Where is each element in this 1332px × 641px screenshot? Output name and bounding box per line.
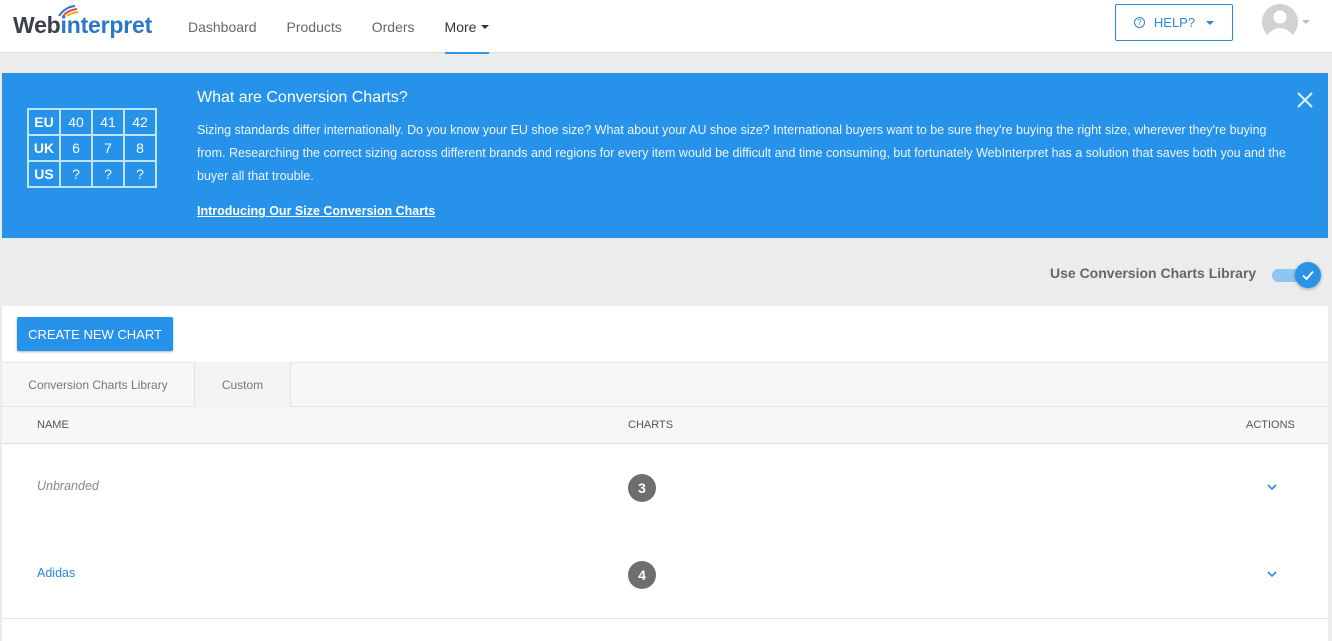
library-toggle[interactable] — [1272, 262, 1322, 288]
size-row-us: US ? ? ? — [28, 161, 156, 187]
size-cell: ? — [124, 161, 156, 187]
chevron-down-icon[interactable] — [1265, 480, 1279, 494]
library-toggle-label: Use Conversion Charts Library — [1050, 265, 1257, 281]
nav-more-label: More — [444, 18, 477, 35]
size-row-uk: UK 6 7 8 — [28, 135, 156, 161]
charts-count-badge: 3 — [628, 474, 656, 502]
charts-tabs: Conversion Charts Library Custom — [2, 362, 1328, 407]
help-button-label: HELP? — [1153, 15, 1196, 30]
chevron-down-icon[interactable] — [1265, 567, 1279, 581]
size-cell: US — [28, 161, 60, 187]
tab-conversion-charts-library[interactable]: Conversion Charts Library — [2, 362, 195, 407]
size-cell: 40 — [60, 109, 92, 135]
size-row-eu: EU 40 41 42 — [28, 109, 156, 135]
help-button[interactable]: ? HELP? — [1115, 4, 1233, 41]
toggle-knob — [1295, 262, 1321, 288]
logo-text-web: Web — [13, 12, 61, 38]
avatar-caret-icon[interactable] — [1302, 20, 1310, 24]
size-cell: 42 — [124, 109, 156, 135]
create-new-chart-button[interactable]: CREATE NEW CHART — [17, 317, 173, 351]
banner-title: What are Conversion Charts? — [197, 89, 408, 106]
nav-dashboard-label: Dashboard — [188, 18, 257, 35]
size-cell: ? — [60, 161, 92, 187]
charts-count-badge: 4 — [628, 561, 656, 589]
column-header-charts: CHARTS — [628, 419, 674, 431]
size-cell: 41 — [92, 109, 124, 135]
size-cell: 6 — [60, 135, 92, 161]
row-name[interactable]: Adidas — [37, 566, 75, 580]
banner-text: Sizing standards differ internationally.… — [197, 123, 1286, 183]
size-cell: ? — [92, 161, 124, 187]
size-conversion-table: EU 40 41 42 UK 6 7 8 US ? ? ? — [27, 108, 157, 188]
question-circle-icon: ? — [1133, 17, 1145, 28]
user-icon — [1262, 4, 1298, 40]
size-cell: UK — [28, 135, 60, 161]
tab-custom[interactable]: Custom — [195, 362, 291, 407]
tab-label: Conversion Charts Library — [28, 377, 168, 392]
close-icon[interactable] — [1295, 90, 1315, 110]
caret-down-icon — [1206, 20, 1215, 25]
banner-link[interactable]: Introducing Our Size Conversion Charts — [197, 204, 435, 218]
nav-orders-label: Orders — [371, 18, 415, 35]
conversion-charts-banner: EU 40 41 42 UK 6 7 8 US ? ? ? What are C… — [2, 73, 1328, 238]
table-row[interactable]: Unbranded 3 — [2, 444, 1328, 532]
size-cell: 7 — [92, 135, 124, 161]
nav-more[interactable]: More — [433, 0, 502, 54]
column-header-actions: ACTIONS — [1246, 419, 1295, 431]
top-navbar: Webinterpret Dashboard Products Orders M… — [0, 0, 1332, 54]
nav-products[interactable]: Products — [275, 0, 354, 53]
charts-card: CREATE NEW CHART Conversion Charts Libra… — [2, 306, 1328, 641]
nav-orders[interactable]: Orders — [360, 0, 427, 53]
table-row[interactable]: Adidas 4 — [2, 531, 1328, 619]
webinterpret-logo[interactable]: Webinterpret — [13, 5, 152, 39]
tab-label: Custom — [221, 377, 264, 392]
nav-dashboard[interactable]: Dashboard — [176, 0, 269, 53]
table-header: NAME CHARTS ACTIONS — [2, 407, 1328, 444]
main-nav: Dashboard Products Orders More — [176, 0, 507, 54]
column-header-name: NAME — [37, 419, 69, 431]
size-cell: EU — [28, 109, 60, 135]
check-icon — [1302, 270, 1314, 281]
size-cell: 8 — [124, 135, 156, 161]
user-avatar[interactable] — [1262, 4, 1298, 40]
logo-swoosh-icon — [58, 5, 79, 17]
caret-down-icon — [481, 24, 490, 29]
nav-products-label: Products — [286, 18, 342, 35]
row-name: Unbranded — [37, 479, 99, 493]
